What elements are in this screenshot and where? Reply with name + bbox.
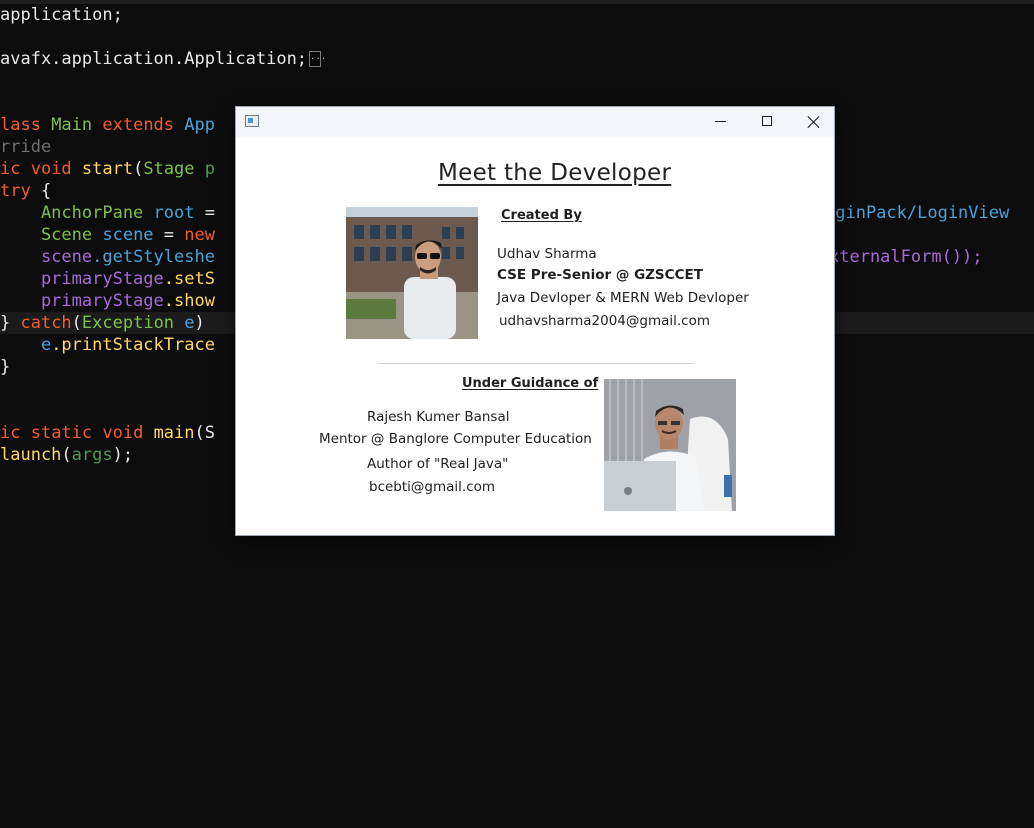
meet-developer-dialog: Meet the Developer Created By Udhav Shar… (235, 106, 835, 536)
code-line: ic void start(Stage p (0, 158, 215, 180)
code-token: Main (51, 115, 103, 135)
code-token: catch (20, 313, 72, 333)
code-token: = (163, 225, 185, 245)
code-line: } (0, 356, 10, 378)
developer-photo (346, 207, 478, 339)
code-token: = (204, 203, 215, 223)
code-line: try { (0, 180, 51, 202)
code-token: ( (71, 313, 82, 333)
minimize-icon (715, 121, 726, 122)
code-token: { (40, 181, 52, 201)
code-line: launch(args); (0, 444, 133, 466)
code-token: ) (194, 313, 205, 333)
code-token: Exception (81, 313, 185, 333)
code-line: primaryStage.show (0, 290, 215, 312)
code-token: avafx.application.Application; (0, 49, 308, 69)
mentor-author: Author of "Real Java" (367, 456, 509, 472)
developer-name: Udhav Sharma (497, 246, 597, 262)
code-line: AnchorPane root = (0, 202, 215, 224)
maximize-button[interactable] (744, 107, 790, 137)
section-divider (379, 363, 693, 364)
mentor-photo (604, 379, 736, 511)
code-token: application; (0, 5, 123, 25)
developer-email: udhavsharma2004@gmail.com (499, 313, 711, 329)
code-token: e (184, 313, 195, 333)
mentor-role: Mentor @ Banglore Computer Education (319, 431, 592, 447)
developer-skills: Java Devloper & MERN Web Devloper (497, 290, 749, 306)
code-token: args (71, 445, 113, 465)
code-token: .printStackTrace (51, 335, 215, 355)
code-line: e.printStackTrace (0, 334, 215, 356)
code-token: void (102, 423, 154, 443)
code-line: avafx.application.Application;... (0, 48, 326, 70)
code-token: main (153, 423, 195, 443)
code-token: lass (0, 115, 52, 135)
close-icon (807, 115, 820, 128)
code-token: .setS (163, 269, 215, 289)
code-token: } (0, 357, 11, 377)
code-line: Scene scene = new (0, 224, 215, 246)
mentor-name: Rajesh Kumer Bansal (367, 409, 510, 425)
code-token: scene (102, 225, 164, 245)
code-token: ic (0, 423, 31, 443)
code-token: void (30, 159, 82, 179)
under-guidance-label: Under Guidance of (462, 376, 599, 391)
code-token: } (0, 313, 21, 333)
code-token: launch (0, 445, 62, 465)
code-token: ( (61, 445, 72, 465)
code-token: .show (163, 291, 215, 311)
dialog-heading: Meet the Developer (438, 160, 672, 186)
code-token: AnchorPane (0, 203, 154, 223)
code-token: .getStyleshe (92, 247, 215, 267)
code-token: rride (0, 137, 52, 157)
code-token: p (204, 159, 216, 179)
code-token: try (0, 181, 41, 201)
window-titlebar[interactable] (236, 107, 834, 137)
close-button[interactable] (790, 107, 836, 137)
mentor-email: bcebti@gmail.com (369, 479, 496, 495)
code-fragment-right-2: xternalForm()); (829, 247, 983, 267)
code-token: extends (102, 115, 185, 135)
code-line: lass Main extends App (0, 114, 215, 136)
code-token: start (81, 159, 134, 179)
minimize-button[interactable] (698, 107, 744, 137)
code-token: (S (194, 423, 215, 443)
code-token: primaryStage (0, 291, 164, 311)
developer-role: CSE Pre-Senior @ GZSCCET (497, 267, 703, 283)
editor-top-strip (0, 0, 1034, 4)
code-token: root (153, 203, 205, 223)
code-token: ( (133, 159, 144, 179)
code-line: rride (0, 136, 51, 158)
code-token: App (184, 115, 215, 135)
code-line: application; (0, 4, 123, 26)
code-token: Scene (0, 225, 103, 245)
code-line: scene.getStyleshe (0, 246, 215, 268)
code-line: ic static void main(S (0, 422, 215, 444)
code-token: ); (112, 445, 134, 465)
code-token: new (184, 225, 215, 245)
maximize-icon (762, 116, 772, 126)
code-token: static (30, 423, 103, 443)
code-fragment-right-1: oginPack/LoginView (825, 203, 1010, 223)
code-token: e (0, 335, 52, 355)
code-token: scene (0, 247, 93, 267)
code-token: ic (0, 159, 31, 179)
java-app-icon (245, 115, 259, 127)
created-by-label: Created By (501, 208, 582, 223)
code-token: primaryStage (0, 269, 164, 289)
code-token: Stage (143, 159, 205, 179)
fold-marker-icon[interactable]: ... (309, 51, 326, 67)
code-line: primaryStage.setS (0, 268, 215, 290)
